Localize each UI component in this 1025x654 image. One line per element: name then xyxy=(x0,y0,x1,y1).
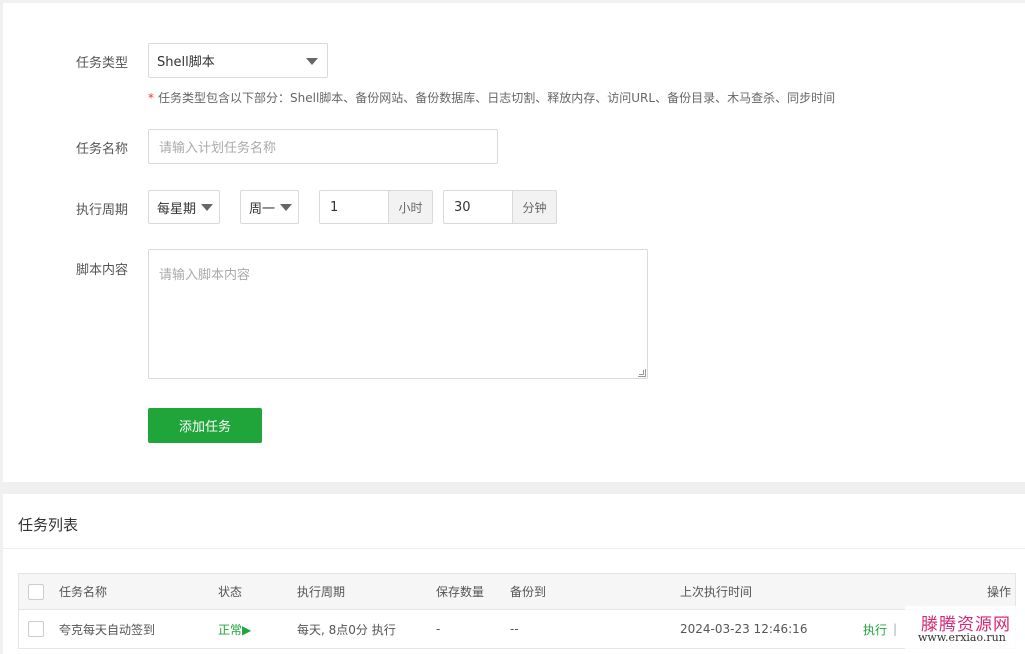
cycle-hour-input[interactable]: 1 xyxy=(319,190,389,224)
cycle-period-select[interactable]: 每星期 xyxy=(148,190,220,224)
task-type-label: 任务类型 xyxy=(75,56,128,71)
cycle-cell: 每天, 8点0分 执行 xyxy=(297,622,396,637)
task-name-cell: 夸克每天自动签到 xyxy=(59,622,156,637)
watermark-url: www.erxiao.run xyxy=(918,631,1006,644)
run-task-link[interactable]: 执行 xyxy=(863,621,887,638)
status-badge[interactable]: 正常▶ xyxy=(218,610,251,648)
task-type-hint-text: 任务类型包含以下部分：Shell脚本、备份网站、备份数据库、日志切割、释放内存、… xyxy=(158,91,836,105)
task-name-input[interactable]: 请输入计划任务名称 xyxy=(148,129,498,164)
column-header-backup-to: 备份到 xyxy=(510,585,547,599)
task-list-title: 任务列表 xyxy=(18,516,79,534)
column-header-actions: 操作 xyxy=(986,585,1011,599)
table-header: 任务名称 状态 执行周期 保存数量 备份到 上次执行时间 操作 xyxy=(19,574,1015,610)
required-mark: * xyxy=(148,91,154,105)
chevron-down-icon xyxy=(306,57,318,65)
resize-handle-icon[interactable] xyxy=(638,369,646,377)
minute-unit-addon: 分钟 xyxy=(513,190,557,224)
cycle-minute-input[interactable]: 30 xyxy=(443,190,513,224)
task-table: 任务名称 状态 执行周期 保存数量 备份到 上次执行时间 操作 夸克每天自动签到… xyxy=(18,573,1016,649)
select-all-checkbox[interactable] xyxy=(28,583,44,600)
column-header-last-run: 上次执行时间 xyxy=(680,585,753,599)
column-header-status: 状态 xyxy=(218,585,243,599)
table-row: 夸克每天自动签到 正常▶ 每天, 8点0分 执行 - -- 2024-03-23… xyxy=(19,610,1015,648)
divider xyxy=(3,548,1025,549)
task-type-hint: * 任务类型包含以下部分：Shell脚本、备份网站、备份数据库、日志切割、释放内存… xyxy=(148,89,835,106)
chevron-down-icon xyxy=(201,204,213,211)
add-task-button[interactable]: 添加任务 xyxy=(148,408,262,443)
column-header-cycle: 执行周期 xyxy=(297,585,346,599)
hour-unit-addon: 小时 xyxy=(389,190,433,224)
task-type-select[interactable]: Shell脚本 xyxy=(148,43,328,78)
cycle-weekday-select[interactable]: 周一 xyxy=(240,190,299,224)
task-type-value: Shell脚本 xyxy=(157,55,215,70)
row-checkbox[interactable] xyxy=(28,621,44,637)
script-placeholder: 请输入脚本内容 xyxy=(159,268,251,283)
column-header-name: 任务名称 xyxy=(59,585,108,599)
last-run-cell: 2024-03-23 12:46:16 xyxy=(680,622,808,636)
task-name-label: 任务名称 xyxy=(75,142,128,157)
backup-to-cell: -- xyxy=(510,622,519,636)
keep-cell: - xyxy=(436,622,441,636)
cycle-label: 执行周期 xyxy=(75,203,128,218)
chevron-down-icon xyxy=(280,204,292,211)
action-separator: | xyxy=(893,622,898,636)
script-label: 脚本内容 xyxy=(75,263,128,278)
actions-cell: 执行 | xyxy=(863,610,903,648)
script-textarea[interactable]: 请输入脚本内容 xyxy=(148,249,648,379)
cycle-period-value: 每星期 xyxy=(157,201,197,217)
column-header-keep: 保存数量 xyxy=(436,585,485,599)
cycle-weekday-value: 周一 xyxy=(249,201,276,217)
